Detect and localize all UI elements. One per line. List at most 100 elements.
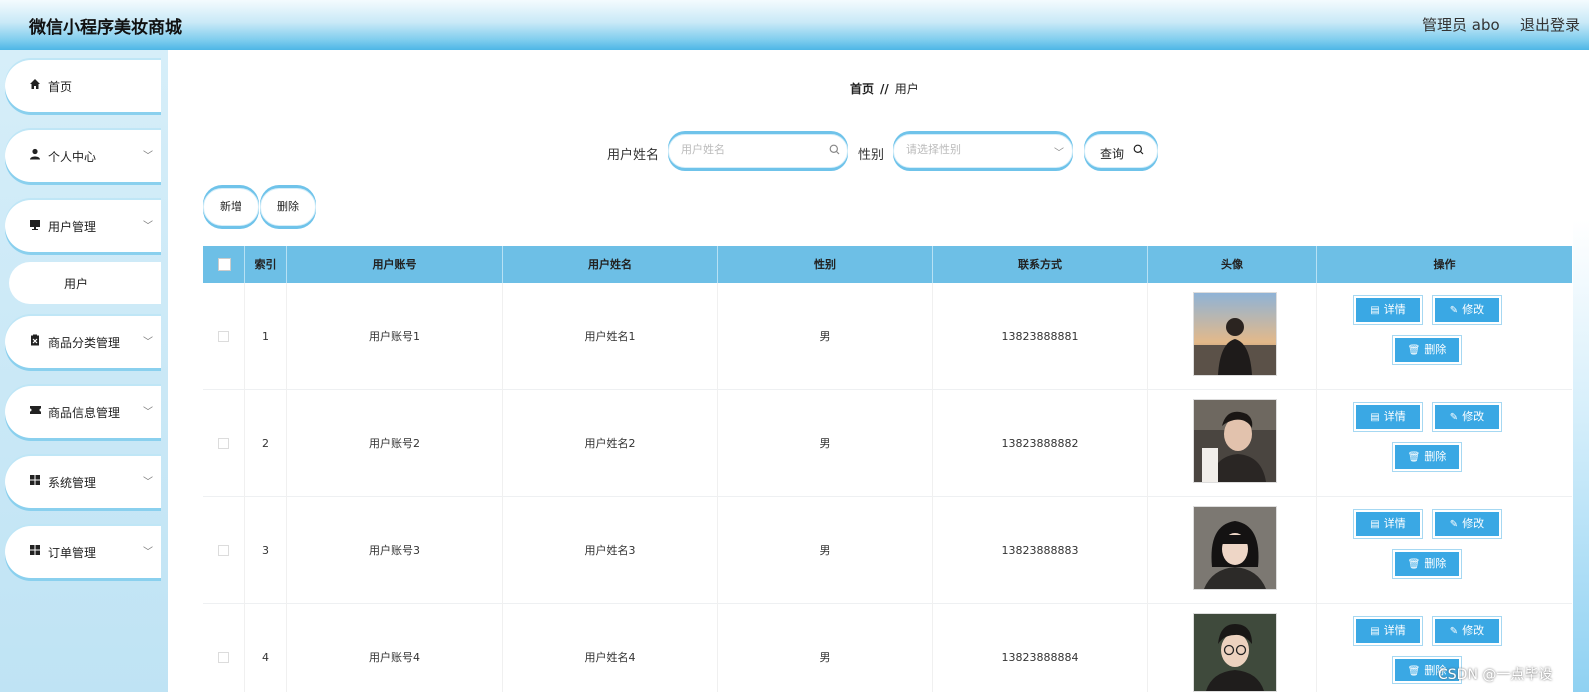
row-checkbox[interactable]: [218, 331, 229, 342]
delete-button-label: 删除: [1424, 343, 1447, 356]
detail-button-label: 详情: [1383, 624, 1406, 637]
detail-button-label: 详情: [1383, 517, 1406, 530]
detail-button[interactable]: ▤ 详情: [1353, 616, 1423, 646]
cell-gender: 男: [718, 604, 933, 692]
header-select-all: [203, 246, 245, 283]
name-search-label: 用户姓名: [607, 148, 660, 163]
cell-gender: 男: [718, 390, 933, 497]
row-checkbox[interactable]: [218, 652, 229, 663]
admin-label: 管理员 abo: [1422, 16, 1500, 34]
chevron-down-icon: ﹀: [143, 547, 153, 558]
delete-button[interactable]: 🗑 删除: [1392, 549, 1462, 579]
cell-phone: 13823888883: [933, 497, 1148, 604]
edit-button[interactable]: ✎ 修改: [1432, 295, 1502, 325]
grid-icon: [28, 474, 42, 488]
sidebar-item-label: 商品信息管理: [48, 406, 121, 420]
sidebar-item-label: 订单管理: [48, 546, 97, 560]
sidebar-item-system-management[interactable]: 系统管理 ﹀: [5, 456, 161, 508]
chevron-down-icon: ﹀: [143, 477, 153, 488]
chevron-down-icon: ﹀: [143, 221, 153, 232]
edit-button[interactable]: ✎ 修改: [1432, 402, 1502, 432]
search-icon: [1133, 144, 1144, 158]
cell-phone: 13823888884: [933, 604, 1148, 692]
delete-button[interactable]: 🗑 删除: [1392, 335, 1462, 365]
breadcrumb-home[interactable]: 首页: [850, 82, 874, 96]
cell-phone: 13823888882: [933, 390, 1148, 497]
column-header-index: 索引: [245, 246, 287, 283]
monitor-icon: [28, 218, 42, 232]
row-select-cell: [203, 497, 245, 604]
document-icon: ▤: [1370, 412, 1380, 423]
edit-button[interactable]: ✎ 修改: [1432, 509, 1502, 539]
sidebar-item-personal-center[interactable]: 个人中心 ﹀: [5, 130, 161, 182]
watermark: CSDN @一点毕设: [1438, 667, 1553, 683]
avatar: [1193, 292, 1277, 376]
clipboard-icon: [28, 334, 42, 348]
name-search-input[interactable]: [681, 143, 821, 156]
row-select-cell: [203, 283, 245, 390]
edit-button-label: 修改: [1462, 410, 1485, 423]
column-header-actions: 操作: [1433, 258, 1456, 271]
cell-name: 用户姓名4: [503, 604, 718, 692]
edit-button-label: 修改: [1462, 303, 1485, 316]
sidebar-subitem-label: 用户: [64, 277, 89, 291]
sidebar-item-product-management[interactable]: 商品信息管理 ﹀: [5, 386, 161, 438]
pencil-icon: ✎: [1449, 412, 1459, 423]
edit-button[interactable]: ✎ 修改: [1432, 616, 1502, 646]
add-button[interactable]: 新增: [203, 188, 259, 226]
chevron-down-icon: ﹀: [1054, 148, 1064, 159]
pencil-icon: ✎: [1449, 519, 1459, 530]
top-header: 微信小程序美妆商城 管理员 abo 退出登录: [0, 0, 1589, 50]
row-select-cell: [203, 604, 245, 692]
grid-icon: [28, 544, 42, 558]
table-row: 1 用户账号1 用户姓名1 男 13823888881 ▤ 详情 ✎ 修改 🗑 删除: [203, 283, 1572, 390]
table-row: 3 用户账号3 用户姓名3 男 13823888883 ▤ 详情 ✎ 修改 🗑 删除: [203, 497, 1572, 604]
pencil-icon: ✎: [1449, 305, 1459, 316]
gender-select[interactable]: ﹀: [893, 134, 1073, 168]
gender-select-label: 性别: [858, 148, 885, 163]
sidebar-item-order-management[interactable]: 订单管理 ﹀: [5, 526, 161, 578]
chevron-down-icon: ﹀: [143, 337, 153, 348]
trash-icon: 🗑: [1407, 345, 1421, 356]
gender-select-input[interactable]: [906, 143, 1046, 156]
cell-gender: 男: [718, 497, 933, 604]
ticket-icon: [28, 404, 42, 418]
select-all-checkbox[interactable]: [218, 258, 231, 271]
trash-icon: 🗑: [1407, 666, 1421, 677]
row-checkbox[interactable]: [218, 545, 229, 556]
detail-button-label: 详情: [1383, 410, 1406, 423]
logout-link[interactable]: 退出登录: [1520, 14, 1580, 35]
cell-index: 4: [245, 604, 287, 692]
bulk-delete-button[interactable]: 删除: [260, 188, 316, 226]
breadcrumb-separator: //: [880, 82, 889, 96]
sidebar-item-label: 系统管理: [48, 476, 97, 490]
cell-account: 用户账号1: [287, 283, 503, 390]
delete-button[interactable]: 🗑 删除: [1392, 442, 1462, 472]
query-button-label: 查询: [1100, 147, 1125, 161]
document-icon: ▤: [1370, 305, 1380, 316]
table-row: 2 用户账号2 用户姓名2 男 13823888882 ▤ 详情 ✎ 修改 🗑 删除: [203, 390, 1572, 497]
cell-name: 用户姓名3: [503, 497, 718, 604]
delete-button-label: 删除: [1424, 450, 1447, 463]
search-icon: [829, 144, 840, 158]
column-header-name: 用户姓名: [503, 246, 718, 283]
query-button[interactable]: 查询: [1084, 134, 1158, 168]
sidebar-item-category-management[interactable]: 商品分类管理 ﹀: [5, 316, 161, 368]
sidebar-subitem-user[interactable]: 用户: [9, 262, 161, 304]
detail-button[interactable]: ▤ 详情: [1353, 295, 1423, 325]
home-icon: [28, 78, 42, 92]
table-header: 索引 用户账号 用户姓名 性别 联系方式 头像 操作: [203, 246, 1572, 283]
column-header-gender: 性别: [718, 246, 933, 283]
cell-phone: 13823888881: [933, 283, 1148, 390]
table-row: 4 用户账号4 用户姓名4 男 13823888884 ▤ 详情 ✎ 修改 🗑 删除: [203, 604, 1572, 692]
name-search-box[interactable]: [668, 134, 848, 168]
cell-index: 1: [245, 283, 287, 390]
detail-button[interactable]: ▤ 详情: [1353, 509, 1423, 539]
sidebar-item-home[interactable]: 首页: [5, 60, 161, 112]
row-select-cell: [203, 390, 245, 497]
sidebar-item-user-management[interactable]: 用户管理 ﹀: [5, 200, 161, 252]
detail-button-label: 详情: [1383, 303, 1406, 316]
row-checkbox[interactable]: [218, 438, 229, 449]
detail-button[interactable]: ▤ 详情: [1353, 402, 1423, 432]
delete-button-label: 删除: [1424, 557, 1447, 570]
